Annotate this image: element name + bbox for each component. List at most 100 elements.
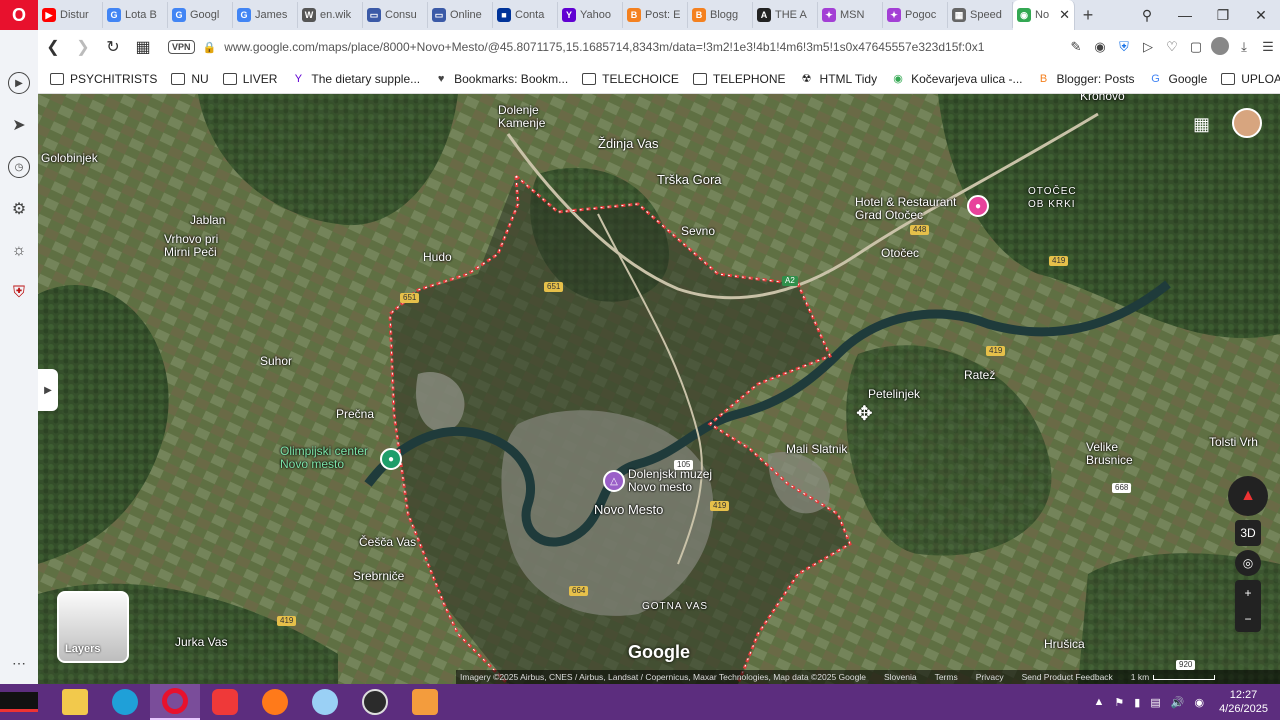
place-label[interactable]: Dolenje Kamenje xyxy=(498,104,545,130)
edit-icon[interactable]: ✎ xyxy=(1064,39,1088,55)
extensions-cube-icon[interactable]: ▢ xyxy=(1184,39,1208,55)
layers-button[interactable]: Layers xyxy=(57,591,129,663)
place-label[interactable]: Ždinja Vas xyxy=(598,137,658,150)
bookmark-item[interactable]: UPLOAD xyxy=(1221,72,1280,86)
browser-tab[interactable]: B Blogg xyxy=(688,2,753,28)
place-label[interactable]: Jurka Vas xyxy=(175,636,227,649)
bookmark-item[interactable]: ♥ Bookmarks: Bookm... xyxy=(434,72,568,86)
tray-app-icon[interactable]: ◉ xyxy=(1194,696,1204,709)
bookmark-heart-icon[interactable]: ♡ xyxy=(1160,39,1184,55)
tray-expand-icon[interactable]: ▲ xyxy=(1094,696,1105,708)
restore-button[interactable]: ❐ xyxy=(1204,7,1242,24)
zoom-out-button[interactable]: − xyxy=(1235,606,1261,632)
opera-menu-button[interactable]: O xyxy=(0,0,38,30)
zoom-in-button[interactable]: + xyxy=(1235,580,1261,606)
sports-center-pin-icon[interactable]: ● xyxy=(380,448,402,470)
lightbulb-icon[interactable]: ☼ xyxy=(8,240,30,262)
flag-icon[interactable]: ⚑ xyxy=(1114,696,1124,709)
place-label[interactable]: Jablan xyxy=(190,214,225,227)
forward-button[interactable]: ❯ xyxy=(68,37,98,57)
place-label[interactable]: Ratež xyxy=(964,369,995,382)
url-field[interactable]: www.google.com/maps/place/8000+Novo+Mest… xyxy=(224,40,1004,54)
place-label[interactable]: Srebrniče xyxy=(353,570,404,583)
bookmark-item[interactable]: B Blogger: Posts xyxy=(1037,72,1135,86)
bookmark-item[interactable]: TELECHOICE xyxy=(582,72,679,86)
map-canvas[interactable]: Krohovo Dolenje Kamenje Ždinja Vas Golobinj… xyxy=(38,94,1280,684)
google-apps-icon[interactable]: ▦ xyxy=(1193,114,1210,135)
place-label[interactable]: Velike Brusnice xyxy=(1086,441,1133,467)
place-label[interactable]: Otočec xyxy=(881,247,919,260)
place-label[interactable]: OTOČEC OB KRKI xyxy=(1028,185,1077,211)
place-label[interactable]: Suhor xyxy=(260,355,292,368)
minimize-button[interactable]: — xyxy=(1166,7,1204,23)
browser-tab[interactable]: ■ Conta xyxy=(493,2,558,28)
country-link[interactable]: Slovenia xyxy=(884,672,917,682)
bookmark-item[interactable]: LIVER xyxy=(222,72,277,86)
place-label[interactable]: Vrhovo pri Mirni Peči xyxy=(164,233,218,259)
bookmark-item[interactable]: NU xyxy=(171,72,209,86)
search-tabs-icon[interactable]: ⚲ xyxy=(1128,7,1166,24)
start-thumbnail[interactable] xyxy=(0,692,38,712)
bookmark-item[interactable]: ☢ HTML Tidy xyxy=(800,72,878,86)
settings-gear-icon[interactable]: ⚙ xyxy=(8,198,30,220)
place-label[interactable]: GOTNA VAS xyxy=(642,600,708,613)
volume-icon[interactable]: 🔊 xyxy=(1171,696,1185,709)
paint-icon[interactable] xyxy=(300,684,350,720)
museum-pin-icon[interactable]: △ xyxy=(603,470,625,492)
browser-tab[interactable]: ✦ MSN xyxy=(818,2,883,28)
back-button[interactable]: ❮ xyxy=(38,37,68,57)
scale-label[interactable]: 1 km xyxy=(1131,672,1149,682)
edge-icon[interactable] xyxy=(100,684,150,720)
send-icon[interactable]: ➤ xyxy=(8,114,30,136)
ublock-icon[interactable]: ⛨ xyxy=(8,282,30,304)
lock-icon[interactable]: 🔒 xyxy=(203,41,217,54)
place-label[interactable]: Olimpijski center Novo mesto xyxy=(280,445,368,471)
browser-tab[interactable]: G Lota B xyxy=(103,2,168,28)
place-label[interactable]: Prečna xyxy=(336,408,374,421)
browser-tab[interactable]: ▭ Consu xyxy=(363,2,428,28)
bookmark-item[interactable]: G Google xyxy=(1149,72,1207,86)
place-label[interactable]: Hrušica xyxy=(1044,638,1085,651)
place-label[interactable]: Sevno xyxy=(681,225,715,238)
browser-tab[interactable]: ▦ Speed xyxy=(948,2,1013,28)
hotel-pin-icon[interactable]: ● xyxy=(967,195,989,217)
my-location-icon[interactable]: ◎ xyxy=(1235,550,1261,576)
send-page-icon[interactable]: ▷ xyxy=(1136,39,1160,55)
reload-button[interactable]: ↻ xyxy=(98,37,128,57)
expand-side-panel-button[interactable]: ▶ xyxy=(38,369,58,411)
tab-grid-icon[interactable]: ▦ xyxy=(128,37,158,57)
place-label[interactable]: Novo Mesto xyxy=(594,503,663,516)
vivaldi-icon[interactable] xyxy=(200,684,250,720)
bookmark-item[interactable]: PSYCHITRISTS xyxy=(50,72,157,86)
place-label[interactable]: Mali Slatnik xyxy=(786,443,847,456)
place-label[interactable]: Petelinjek xyxy=(868,388,920,401)
toggle-3d-button[interactable]: 3D xyxy=(1235,520,1261,546)
place-label[interactable]: Hotel & Restaurant Grad Otočec xyxy=(855,196,956,222)
download-icon[interactable]: ⤓ xyxy=(1232,39,1256,55)
feedback-link[interactable]: Send Product Feedback xyxy=(1022,672,1113,682)
browser-tab[interactable]: ✦ Pogoc xyxy=(883,2,948,28)
user-avatar[interactable] xyxy=(1232,108,1262,138)
new-tab-button[interactable]: + xyxy=(1075,5,1101,26)
browser-tab[interactable]: Y Yahoo xyxy=(558,2,623,28)
media-player-icon[interactable] xyxy=(400,684,450,720)
shield-icon[interactable]: ⛨ xyxy=(1112,39,1136,55)
place-label[interactable]: Hudo xyxy=(423,251,452,264)
battery-icon[interactable]: ▮ xyxy=(1134,696,1140,709)
terms-link[interactable]: Terms xyxy=(935,672,958,682)
obs-icon[interactable] xyxy=(350,684,400,720)
browser-tab[interactable]: A THE A xyxy=(753,2,818,28)
close-window-button[interactable]: ✕ xyxy=(1242,7,1280,24)
browser-tab[interactable]: G James xyxy=(233,2,298,28)
browser-tab[interactable]: ▭ Online xyxy=(428,2,493,28)
opera-icon[interactable] xyxy=(150,684,200,720)
browser-tab[interactable]: ◉ No ✕ xyxy=(1013,0,1075,30)
profile-icon[interactable] xyxy=(1208,36,1232,58)
sidebar-more-icon[interactable]: ⋯ xyxy=(12,655,26,672)
browser-tab[interactable]: B Post: E xyxy=(623,2,688,28)
browser-tab[interactable]: ▶ Distur xyxy=(38,2,103,28)
place-label[interactable]: Tolsti Vrh xyxy=(1209,436,1258,449)
history-icon[interactable]: ◷ xyxy=(8,156,30,178)
bookmark-item[interactable]: ◉ Kočevarjeva ulica -... xyxy=(891,72,1022,86)
close-tab-icon[interactable]: ✕ xyxy=(1059,7,1070,23)
